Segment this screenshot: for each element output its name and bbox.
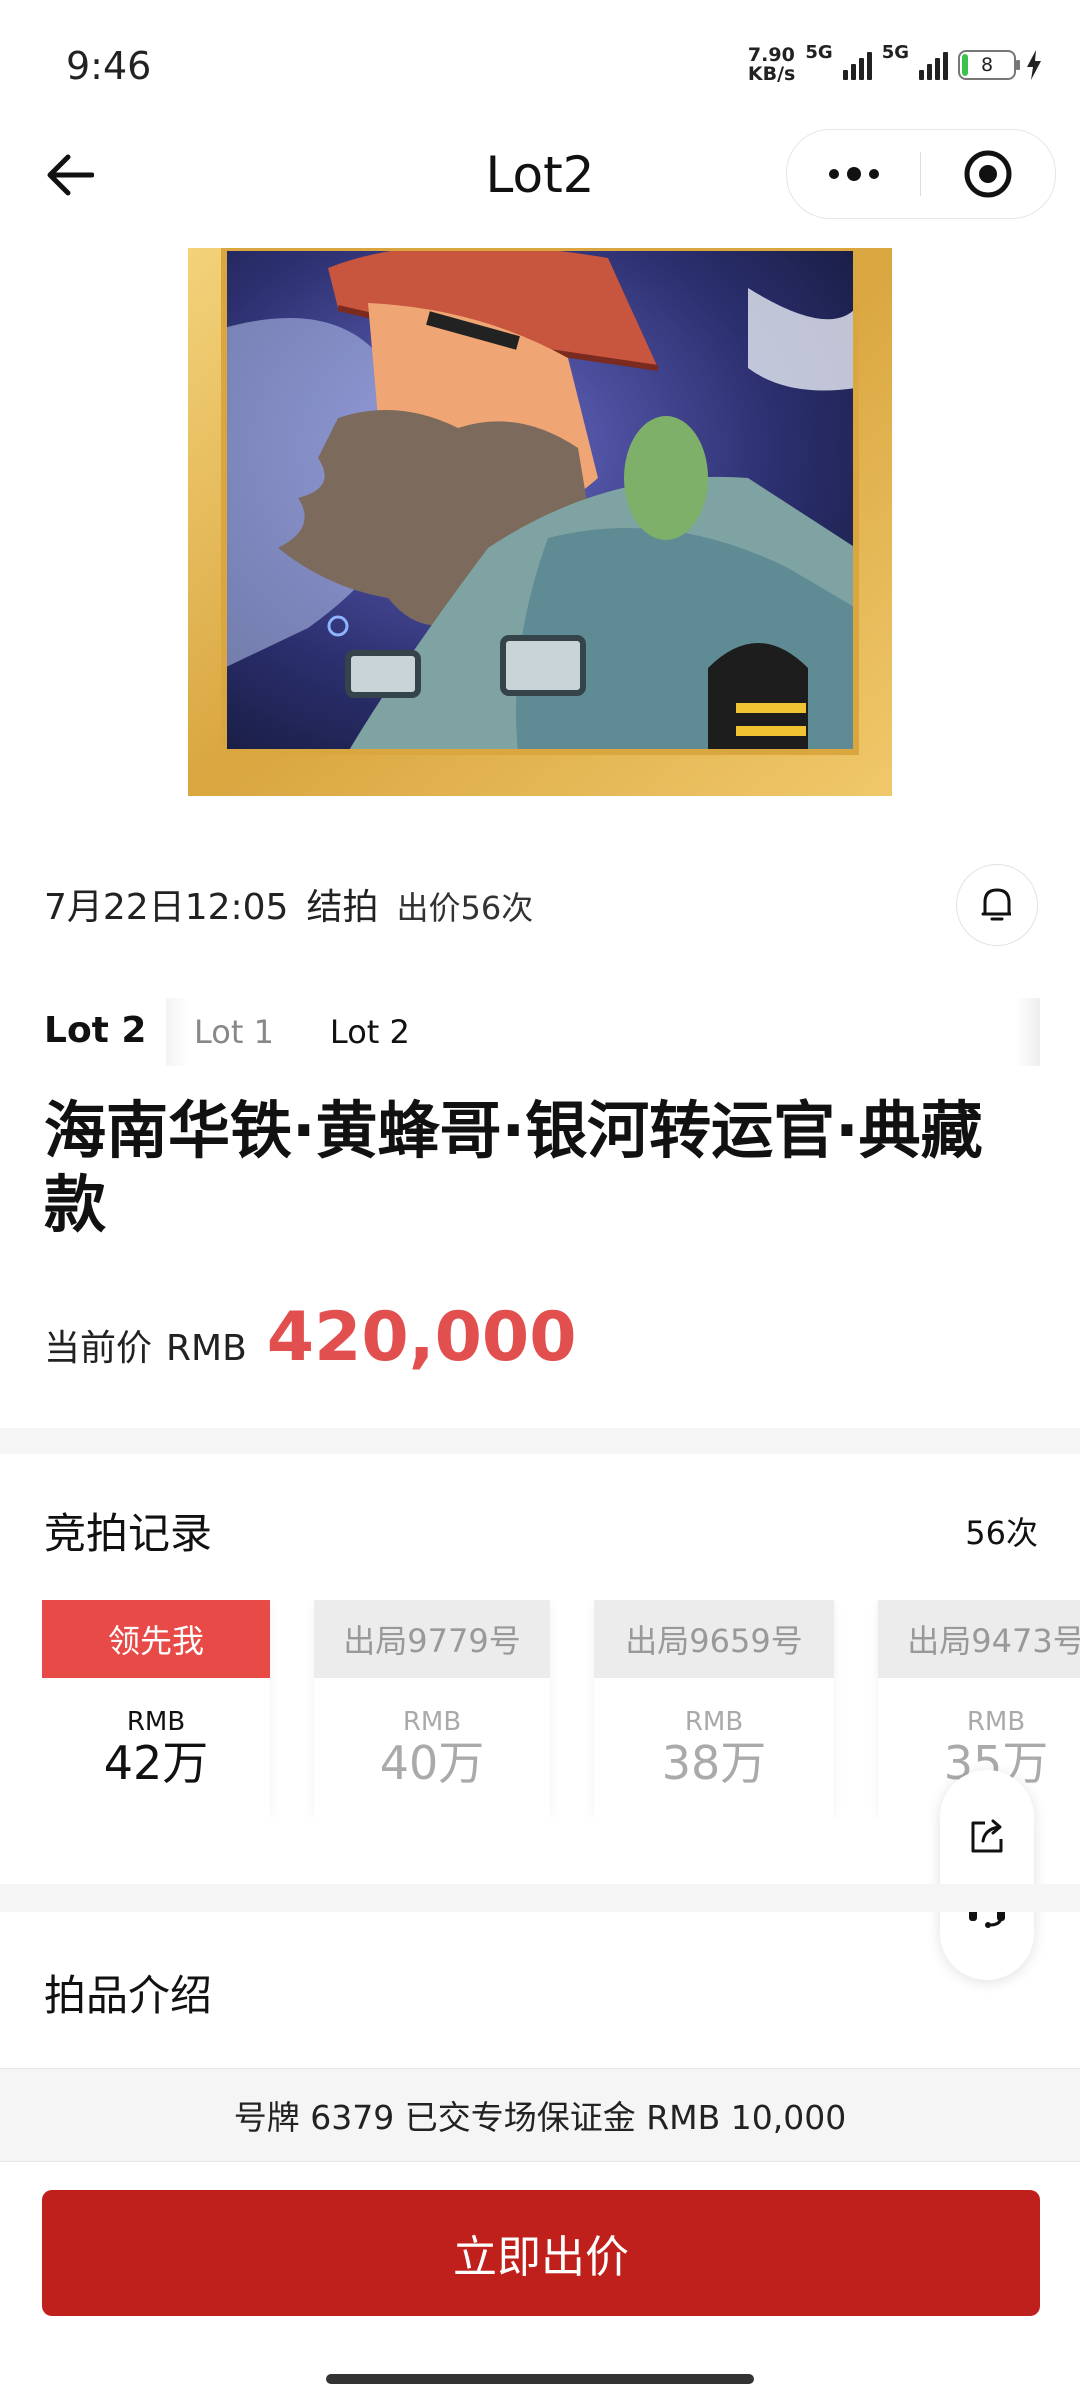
bid-card: 出局9779号 RMB 40万 (314, 1600, 550, 1818)
price-value: 420,000 (266, 1298, 577, 1377)
more-dots-icon (828, 169, 839, 179)
bid-amount: 38万 (661, 1736, 767, 1790)
bid-card: 出局9659号 RMB 38万 (594, 1600, 834, 1818)
auction-meta: 7月22日12:05 结拍 出价56次 (44, 878, 533, 930)
lot-title: 海南华铁·黄蜂哥·银河转运官·典藏款 (44, 1094, 983, 1241)
place-bid-button[interactable]: 立即出价 (42, 2190, 1040, 2316)
bid-currency: RMB (966, 1707, 1026, 1737)
network-type-1: 5G (805, 42, 833, 63)
bell-icon (981, 888, 1011, 921)
bid-count: 出价56次 (396, 889, 534, 927)
section-divider (0, 1884, 1080, 1912)
lot-intro-title: 拍品介绍 (44, 1971, 213, 2020)
signal-icon (842, 50, 872, 80)
signal-icon-2 (919, 50, 948, 80)
share-button[interactable] (967, 1817, 1007, 1861)
battery-level: 8 (980, 54, 994, 76)
floating-actions (940, 1770, 1034, 1980)
end-time: 7月22日12:05 (44, 887, 289, 928)
bid-records-title: 竞拍记录 (44, 1509, 213, 1558)
lot-tab-2[interactable]: Lot 2 (330, 1013, 410, 1051)
deposit-info: 号牌 6379 已交专场保证金 RMB 10,000 (0, 2068, 1080, 2162)
bid-tag: 出局9659号 (594, 1600, 834, 1678)
more-button[interactable] (787, 130, 920, 218)
status-icons: 7.90 KB/s 5G 5G 8 (748, 42, 1042, 84)
bid-amount: 42万 (103, 1736, 209, 1790)
artwork-image (188, 248, 892, 796)
bid-tag: 领先我 (42, 1600, 270, 1678)
bid-card-leading: 领先我 RMB 42万 (42, 1600, 270, 1818)
network-speed: 7.90 KB/s (748, 46, 795, 84)
bid-amount: 40万 (379, 1736, 485, 1790)
bid-records-count[interactable]: 56次 (965, 1508, 1038, 1554)
lot-tabs: Lot 1 Lot 2 (166, 998, 1040, 1066)
end-label: 结拍 (306, 887, 379, 928)
reminder-button[interactable] (956, 864, 1038, 946)
current-price: 当前价 RMB 420,000 (44, 1298, 577, 1377)
bid-tag: 出局9473号 (878, 1600, 1080, 1678)
battery-icon: 8 (958, 50, 1020, 80)
bid-currency: RMB (402, 1707, 462, 1737)
lot-tab-1[interactable]: Lot 1 (194, 1013, 274, 1051)
section-divider (0, 1428, 1080, 1454)
price-currency: RMB (166, 1328, 247, 1369)
charging-icon (1027, 50, 1041, 80)
share-icon (971, 1819, 1003, 1853)
bid-currency: RMB (126, 1707, 186, 1737)
bid-currency: RMB (684, 1707, 744, 1737)
home-indicator[interactable] (326, 2374, 754, 2384)
price-label: 当前价 (44, 1328, 153, 1369)
bid-tag: 出局9779号 (314, 1600, 550, 1678)
network-type-2: 5G (881, 42, 909, 63)
bid-records-list[interactable]: 领先我 RMB 42万 出局9779号 RMB 40万 出局9659号 RMB … (42, 1600, 1080, 1818)
mini-program-capsule (786, 129, 1056, 219)
current-lot-label: Lot 2 (44, 1010, 147, 1051)
network-speed-unit: KB/s (747, 63, 796, 85)
close-mini-program-button[interactable] (921, 130, 1054, 218)
target-close-icon (964, 150, 1011, 198)
status-time: 9:46 (66, 44, 152, 88)
